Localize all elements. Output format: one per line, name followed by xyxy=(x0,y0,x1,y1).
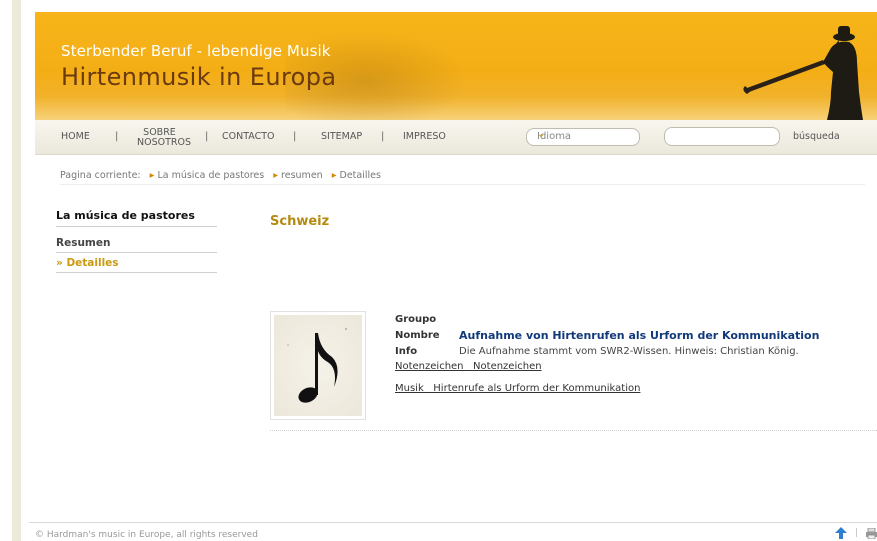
music-link[interactable]: Musik Hirtenrufe als Urform der Kommunik… xyxy=(395,383,640,394)
left-decoration-bar xyxy=(12,0,21,541)
info-label: Info xyxy=(395,346,418,357)
nav-sitemap[interactable]: SITEMAP xyxy=(321,132,362,142)
breadcrumb-prefix: Pagina corriente: xyxy=(60,170,141,181)
sidebar-item-resumen[interactable]: Resumen xyxy=(56,237,110,249)
recording-title: Aufnahme von Hirtenrufen als Urform der … xyxy=(459,329,820,342)
footer-separator: | xyxy=(855,528,859,538)
nav-about[interactable]: SOBRE NOSOTROS xyxy=(137,128,192,148)
breadcrumb-arrow-icon: ▸ xyxy=(331,170,337,181)
search-input[interactable] xyxy=(664,127,780,146)
nav-separator: | xyxy=(381,131,385,142)
breadcrumb-divider xyxy=(60,184,865,185)
page-title: Schweiz xyxy=(270,214,330,229)
sidebar-divider xyxy=(56,252,217,253)
site-header: Sterbender Beruf - lebendige Musik Hirte… xyxy=(35,12,877,120)
alphorn-player-icon xyxy=(743,26,863,120)
nav-home[interactable]: HOME xyxy=(61,132,90,142)
breadcrumb-arrow-icon: ▸ xyxy=(273,170,279,181)
breadcrumb-item[interactable]: resumen xyxy=(281,170,323,181)
nav-about-line2: NOSOTROS xyxy=(137,137,192,148)
entry-divider xyxy=(270,430,877,432)
chevron-down-icon: ⌄ xyxy=(537,129,546,140)
nav-separator: | xyxy=(293,131,297,142)
thumbnail-image xyxy=(274,315,362,416)
sidebar-title: La música de pastores xyxy=(56,209,195,222)
search-button[interactable]: búsqueda xyxy=(793,131,840,142)
breadcrumb-item[interactable]: La música de pastores xyxy=(157,170,264,181)
breadcrumb-arrow-icon: ▸ xyxy=(149,170,155,181)
name-label: Nombre xyxy=(395,330,440,341)
nav-separator: | xyxy=(115,131,119,142)
footer-copyright: © Hardman's music in Europe, all rights … xyxy=(35,530,258,540)
entry-thumbnail[interactable] xyxy=(270,311,366,420)
notes-link[interactable]: Notenzeichen Notenzeichen xyxy=(395,361,542,372)
print-icon[interactable] xyxy=(866,528,877,539)
nav-impressum[interactable]: IMPRESO xyxy=(403,132,446,142)
sidebar-item-detailles[interactable]: » Detailles xyxy=(56,257,119,269)
group-label: Groupo xyxy=(395,314,437,325)
sidebar-divider xyxy=(56,272,217,273)
sidebar-divider xyxy=(56,226,217,227)
language-select[interactable]: Idioma ⌄ xyxy=(526,128,640,146)
main-navigation: HOME | SOBRE NOSOTROS | CONTACTO | SITEM… xyxy=(35,120,877,155)
nav-separator: | xyxy=(205,131,209,142)
breadcrumb: Pagina corriente: ▸ La música de pastores… xyxy=(60,170,381,181)
eighth-note-icon xyxy=(287,328,347,403)
breadcrumb-item-current[interactable]: Detailles xyxy=(340,170,381,181)
info-value: Die Aufnahme stammt vom SWR2-Wissen. Hin… xyxy=(459,346,799,357)
nav-contact[interactable]: CONTACTO xyxy=(222,132,275,142)
footer-divider xyxy=(29,522,877,523)
arrow-up-icon[interactable] xyxy=(835,527,847,539)
site-title[interactable]: Hirtenmusik in Europa xyxy=(61,63,337,91)
site-tagline: Sterbender Beruf - lebendige Musik xyxy=(61,42,331,60)
